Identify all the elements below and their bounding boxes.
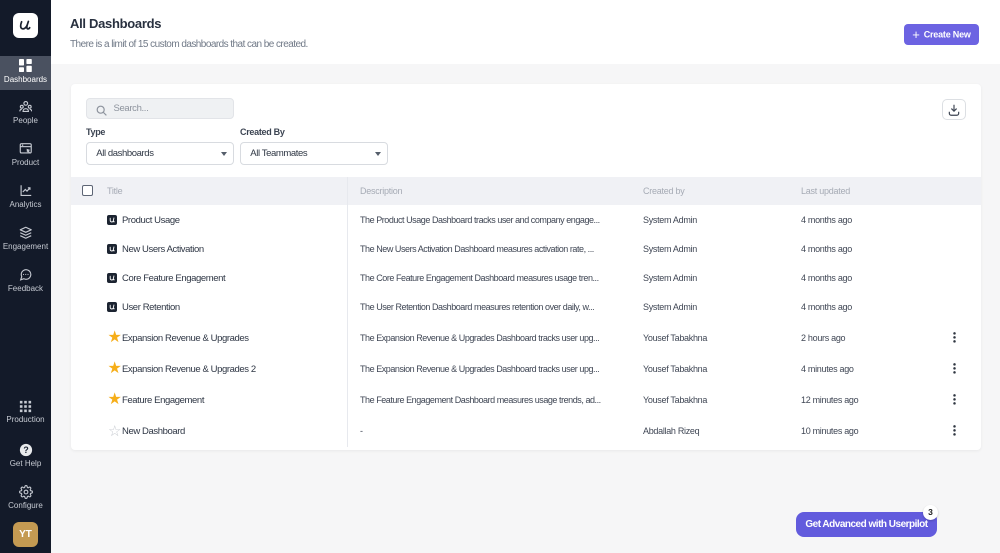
svg-text:?: ? [23, 445, 28, 455]
